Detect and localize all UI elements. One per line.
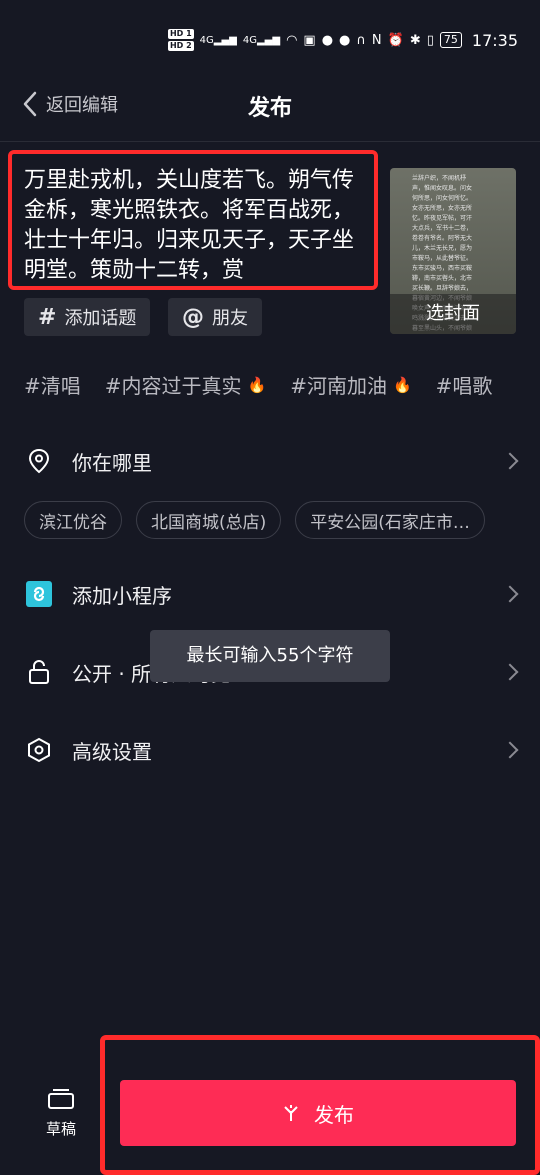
sparkle-icon — [284, 1105, 298, 1121]
cover-preview-line: 东市买骏马，西市买鞍 — [412, 265, 473, 272]
cover-preview-line: 鞯，南市买辔头，北市 — [412, 275, 473, 282]
bluetooth-icon: ✱ — [409, 32, 421, 48]
flame-icon: 🔥 — [247, 375, 267, 394]
vibrate-icon: ▯ — [426, 32, 434, 48]
unlock-icon — [26, 659, 52, 685]
location-suggestions: 滨江优谷 北国商城(总店) 平安公园(石家庄市… — [24, 501, 485, 539]
at-icon: @ — [182, 304, 204, 330]
status-bar: HD 1 HD 2 4G▂▄▆ 4G▂▄▆ ◠ ▣ ● ● ∩ N ⏰ ✱ ▯ … — [0, 0, 540, 78]
hashtag-icon: # — [38, 304, 57, 330]
cover-preview-line: 大点兵，军书十二卷， — [412, 225, 473, 232]
cover-preview-line: 买长鞭。旦辞爷娘去， — [412, 285, 473, 292]
cover-preview-line: 卷卷有爷名。阿爷无大 — [412, 235, 473, 242]
draft-button[interactable]: 草稿 — [42, 1086, 80, 1139]
select-cover-button[interactable]: 选封面 — [390, 294, 516, 334]
chevron-right-icon — [501, 452, 519, 470]
headphone-icon: ∩ — [356, 32, 366, 48]
advanced-settings-row[interactable]: 高级设置 — [0, 722, 540, 778]
battery-icon: 75 — [439, 32, 462, 48]
mini-program-label: 添加小程序 — [72, 583, 172, 608]
cover-preview-line: 兰辞户织，不闻机杼 — [412, 175, 467, 182]
advanced-settings-label: 高级设置 — [72, 739, 152, 764]
mini-program-icon — [26, 581, 52, 607]
wechat-icon: ● — [321, 32, 334, 48]
page-title: 发布 — [247, 96, 292, 121]
cover-preview-line: 市鞍马，从此替爷征。 — [412, 255, 473, 262]
hd1-label: HD 1 — [167, 29, 194, 39]
caption-input[interactable]: 万里赴戎机，关山度若飞。朔气传金柝，寒光照铁衣。将军百战死，壮士十年归。归来见天… — [24, 166, 374, 286]
tag-item[interactable]: #清唱 — [24, 370, 81, 399]
publish-button[interactable]: 发布 — [120, 1080, 516, 1146]
cover-preview-line: 何所思，问女何所忆。 — [412, 195, 473, 202]
hd-indicator: HD 1 HD 2 — [167, 28, 194, 52]
location-chip[interactable]: 滨江优谷 — [24, 501, 122, 539]
cover-thumbnail[interactable]: 兰辞户织，不闻机杼 声，惟闻女叹息。问女 何所思，问女何所忆。 女亦无所思，女亦无所忆… — [390, 168, 516, 334]
location-row[interactable]: 你在哪里 — [0, 433, 540, 489]
suggested-tags: #清唱 #内容过于真实 🔥 #河南加油 🔥 #唱歌 — [24, 370, 492, 399]
location-pin-icon — [26, 448, 52, 474]
chevron-right-icon — [501, 741, 519, 759]
cover-preview-line: 儿，木兰无长兄，愿为 — [412, 245, 473, 252]
header-divider — [0, 141, 540, 142]
toast-message: 最长可输入55个字符 — [150, 630, 390, 682]
publish-label: 发布 — [314, 1102, 354, 1127]
hd2-label: HD 2 — [167, 41, 194, 51]
mention-friend-label: 朋友 — [212, 308, 248, 329]
tag-item[interactable]: #河南加油 🔥 — [290, 370, 411, 399]
signal-icon: 4G▂▄▆ — [199, 34, 237, 46]
nfc-icon: N — [371, 32, 382, 48]
cover-preview-line: 声，惟闻女叹息。问女 — [412, 185, 473, 192]
location-label: 你在哪里 — [72, 450, 152, 475]
message-icon: ● — [339, 32, 351, 48]
clock: 17:35 — [471, 30, 518, 50]
cover-preview-line: 女亦无所思，女亦无所 — [412, 205, 473, 212]
tag-item[interactable]: #唱歌 — [436, 370, 493, 399]
mention-friend-button[interactable]: @ 朋友 — [168, 298, 262, 336]
alarm-icon: ⏰ — [387, 32, 404, 48]
mini-program-row[interactable]: 添加小程序 — [0, 566, 540, 622]
cover-preview-line: 忆。昨夜见军帖，可汗 — [412, 215, 473, 222]
location-chip[interactable]: 北国商城(总店) — [136, 501, 282, 539]
app-icon: ▣ — [303, 32, 316, 48]
flame-icon: 🔥 — [392, 375, 412, 394]
chevron-right-icon — [501, 663, 519, 681]
header: 返回编辑 发布 — [0, 78, 540, 138]
add-topic-label: 添加话题 — [64, 308, 137, 329]
tag-item[interactable]: #内容过于真实 🔥 — [105, 370, 266, 399]
settings-hexagon-icon — [26, 737, 52, 763]
chevron-right-icon — [501, 585, 519, 603]
signal-icon: 4G▂▄▆ — [242, 34, 281, 46]
draft-label: 草稿 — [45, 1120, 76, 1138]
drafts-icon — [48, 1089, 74, 1109]
add-topic-button[interactable]: # 添加话题 — [24, 298, 151, 336]
location-chip[interactable]: 平安公园(石家庄市… — [295, 501, 485, 539]
wifi-icon: ◠ — [286, 32, 298, 48]
